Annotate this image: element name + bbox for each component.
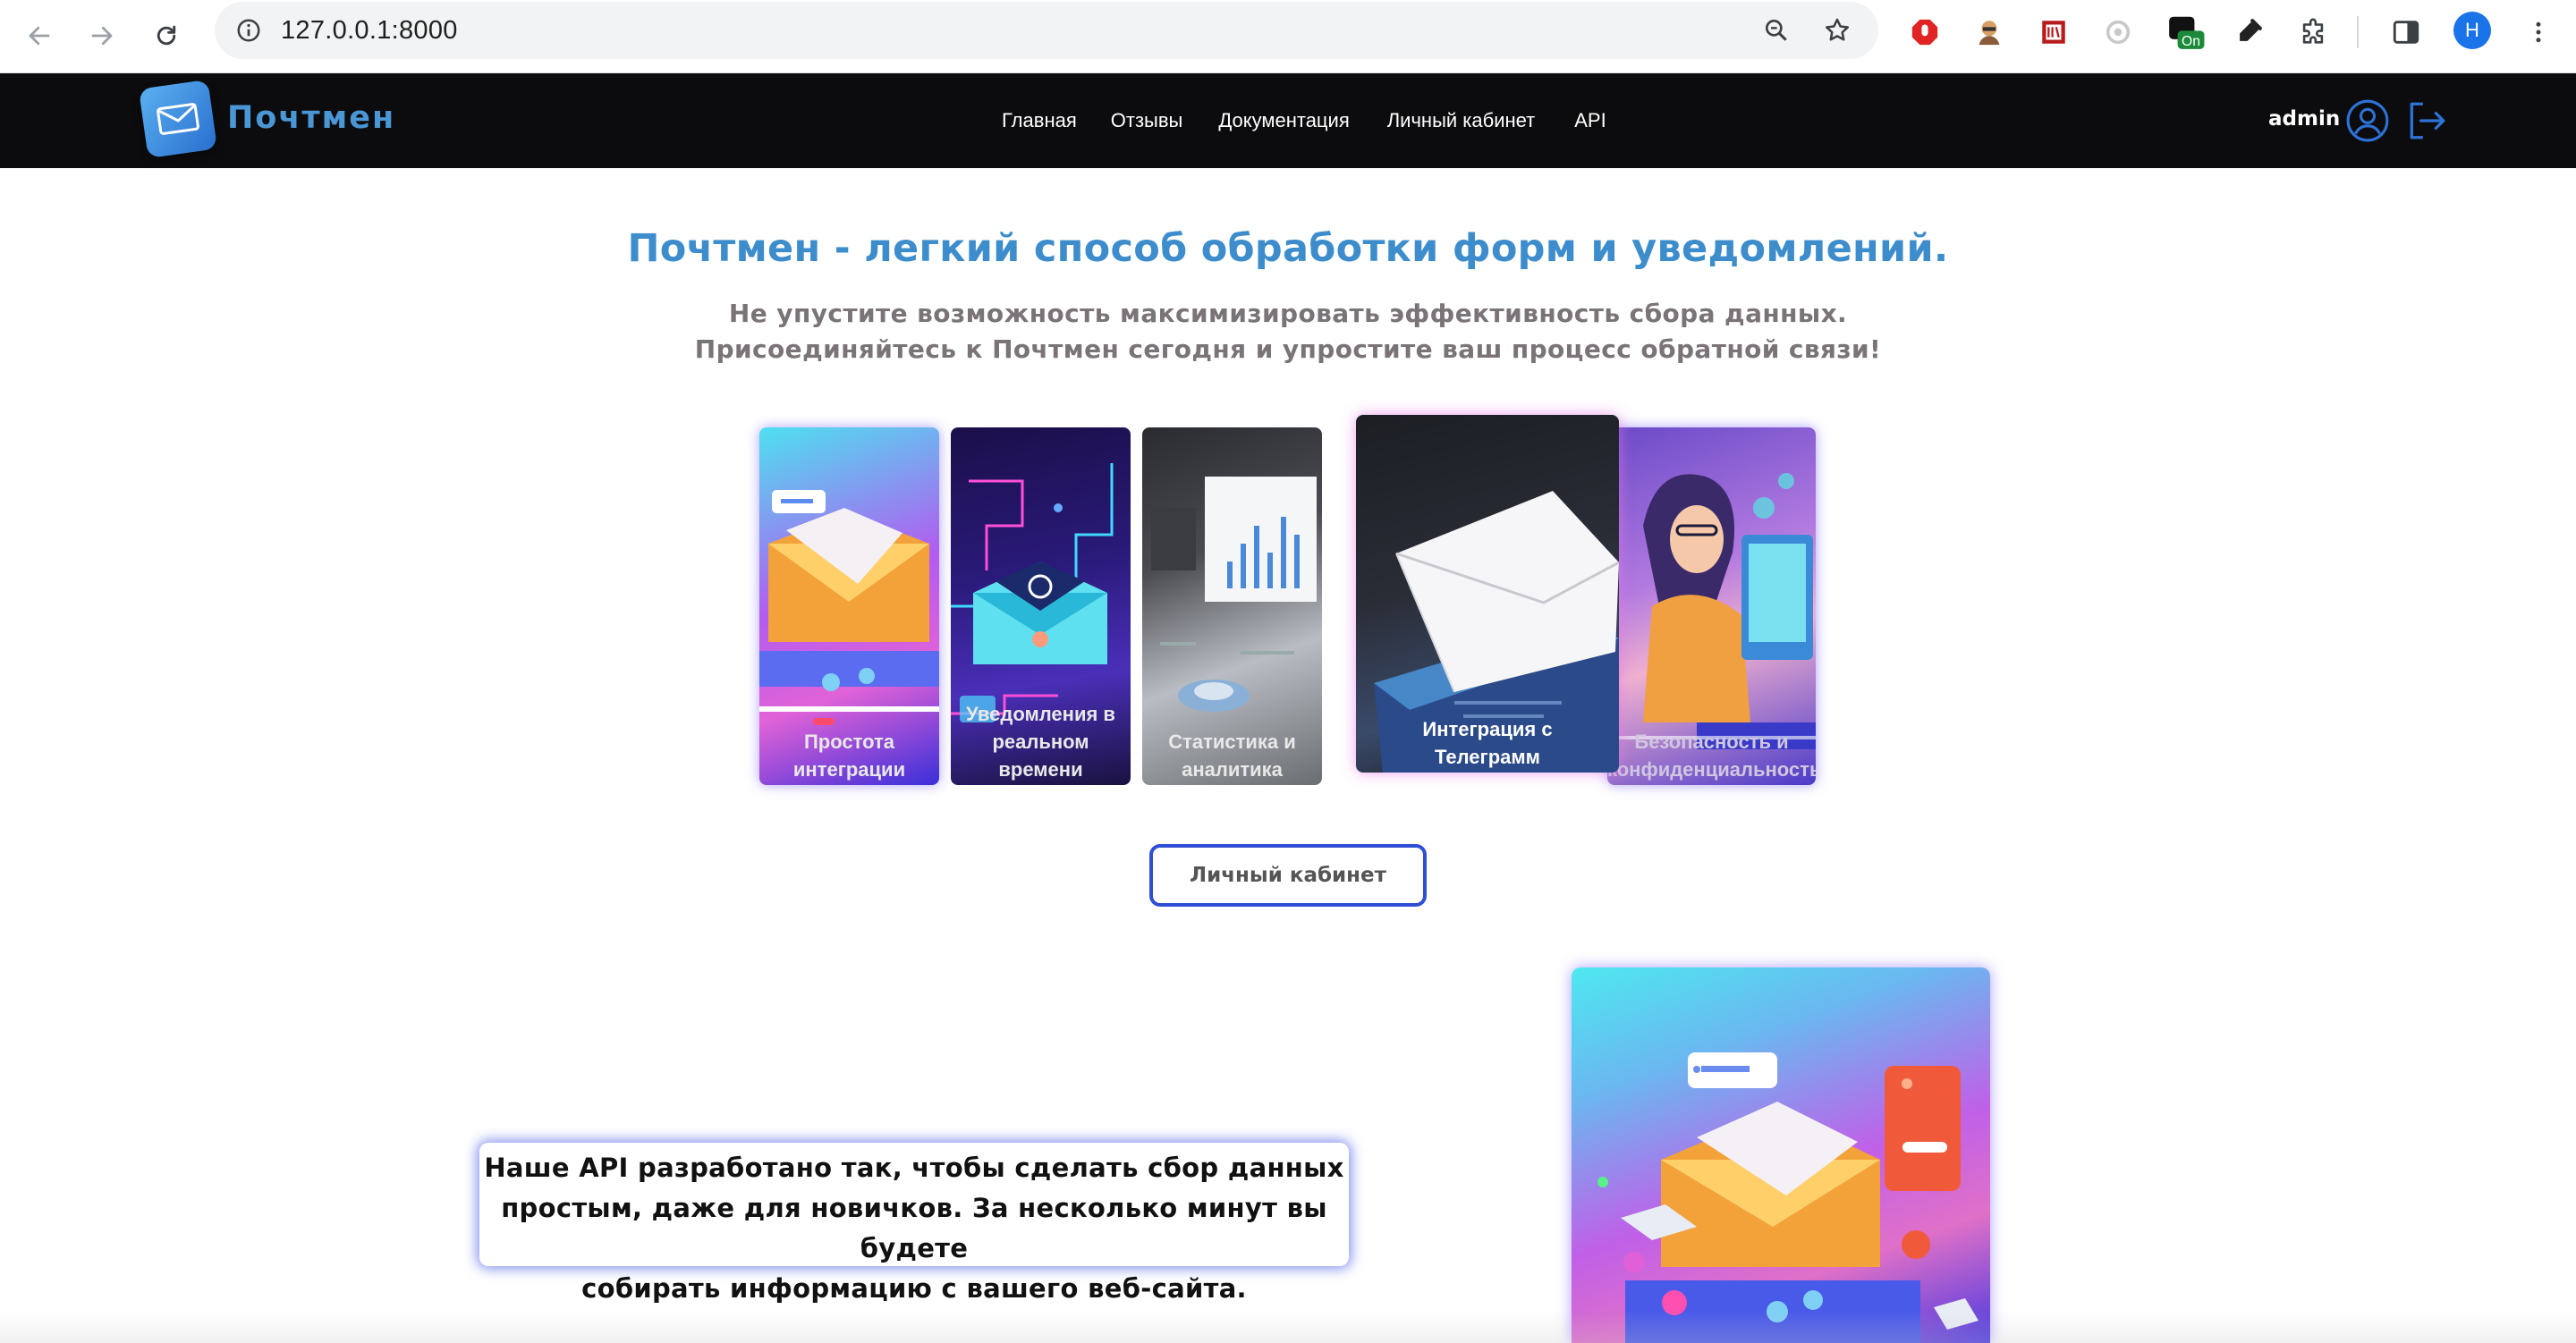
feature-card-security[interactable]: Безопасность и конфиденциальность [1607, 427, 1816, 785]
api-info-line2: простым, даже для новичков. За несколько… [501, 1193, 1327, 1263]
logout-icon[interactable] [2402, 97, 2451, 145]
svg-text:On: On [2182, 34, 2200, 49]
browser-menu-icon[interactable] [2517, 11, 2560, 54]
profile-avatar[interactable]: H [2453, 12, 2491, 49]
hero-illustration [1572, 967, 1990, 1343]
api-info-line1: Наше API разработано так, чтобы сделать … [484, 1153, 1344, 1183]
reload-icon[interactable] [141, 11, 191, 61]
nav-link-account[interactable]: Личный кабинет [1387, 109, 1536, 136]
site-header: Почтмен Главная Отзывы Документация Личн… [0, 73, 2576, 168]
url-text[interactable]: 127.0.0.1:8000 [281, 16, 458, 46]
browser-toolbar: 127.0.0.1:8000 On H [0, 0, 2576, 73]
address-bar[interactable]: 127.0.0.1:8000 [215, 2, 1878, 59]
hero-subtitle-line2: Присоединяйтесь к Почтмен сегодня и упро… [694, 334, 1882, 364]
feature-card-analytics[interactable]: Статистика и аналитика [1142, 427, 1322, 785]
forward-icon[interactable] [77, 11, 127, 61]
side-panel-icon[interactable] [2385, 11, 2428, 54]
extension-adblock-icon[interactable] [1903, 11, 1946, 54]
user-profile-icon[interactable] [2343, 97, 2392, 145]
nav-link-reviews[interactable]: Отзывы [1111, 109, 1183, 136]
account-cta-button[interactable]: Личный кабинет [1149, 844, 1427, 907]
page-title: Почтмен - легкий способ обработки форм и… [627, 226, 1949, 271]
nav-link-api[interactable]: API [1574, 109, 1606, 136]
extension-eyedropper-icon[interactable] [2227, 11, 2270, 54]
header-username: admin [2268, 107, 2341, 131]
toolbar-divider [2357, 16, 2359, 48]
feature-card-telegram[interactable]: Интеграция с Телеграмм [1356, 415, 1619, 773]
feature-caption: Простота интеграции [792, 731, 906, 781]
extension-spinner-icon[interactable] [2097, 11, 2140, 54]
extension-avatar-icon[interactable] [1968, 11, 2011, 54]
extensions-puzzle-icon[interactable] [2292, 11, 2334, 54]
feature-card-integration[interactable]: Простота интеграции [759, 427, 939, 785]
envelope-illustration-icon [1597, 1052, 1979, 1343]
extension-on-icon[interactable]: On [2165, 11, 2207, 54]
site-info-icon[interactable] [225, 7, 272, 54]
feature-caption: Интеграция с Телеграмм [1422, 718, 1553, 768]
feature-caption: Безопасность и конфиденциальность [1607, 731, 1816, 781]
brand-name[interactable]: Почтмен [227, 100, 395, 136]
hero-subtitle-line1: Не упустите возможность максимизировать … [728, 299, 1848, 328]
bookmark-star-icon[interactable] [1816, 9, 1859, 52]
api-info-box: Наше API разработано так, чтобы сделать … [479, 1143, 1349, 1304]
extension-book-icon[interactable] [2032, 11, 2075, 54]
feature-caption: Уведомления в реальном времени [966, 703, 1115, 781]
back-icon[interactable] [14, 11, 64, 61]
main-nav: Главная Отзывы Документация Личный кабин… [1002, 109, 1606, 136]
nav-link-docs[interactable]: Документация [1218, 109, 1349, 136]
feature-card-realtime[interactable]: Уведомления в реальном времени [951, 427, 1131, 785]
api-info-line3: собирать информацию с вашего веб-сайта. [581, 1273, 1247, 1304]
page-scroll-fade [0, 1311, 2576, 1343]
nav-link-home[interactable]: Главная [1002, 109, 1077, 136]
brand-logo-icon[interactable] [138, 79, 218, 159]
zoom-icon[interactable] [1755, 9, 1798, 52]
feature-caption: Статистика и аналитика [1168, 731, 1296, 781]
